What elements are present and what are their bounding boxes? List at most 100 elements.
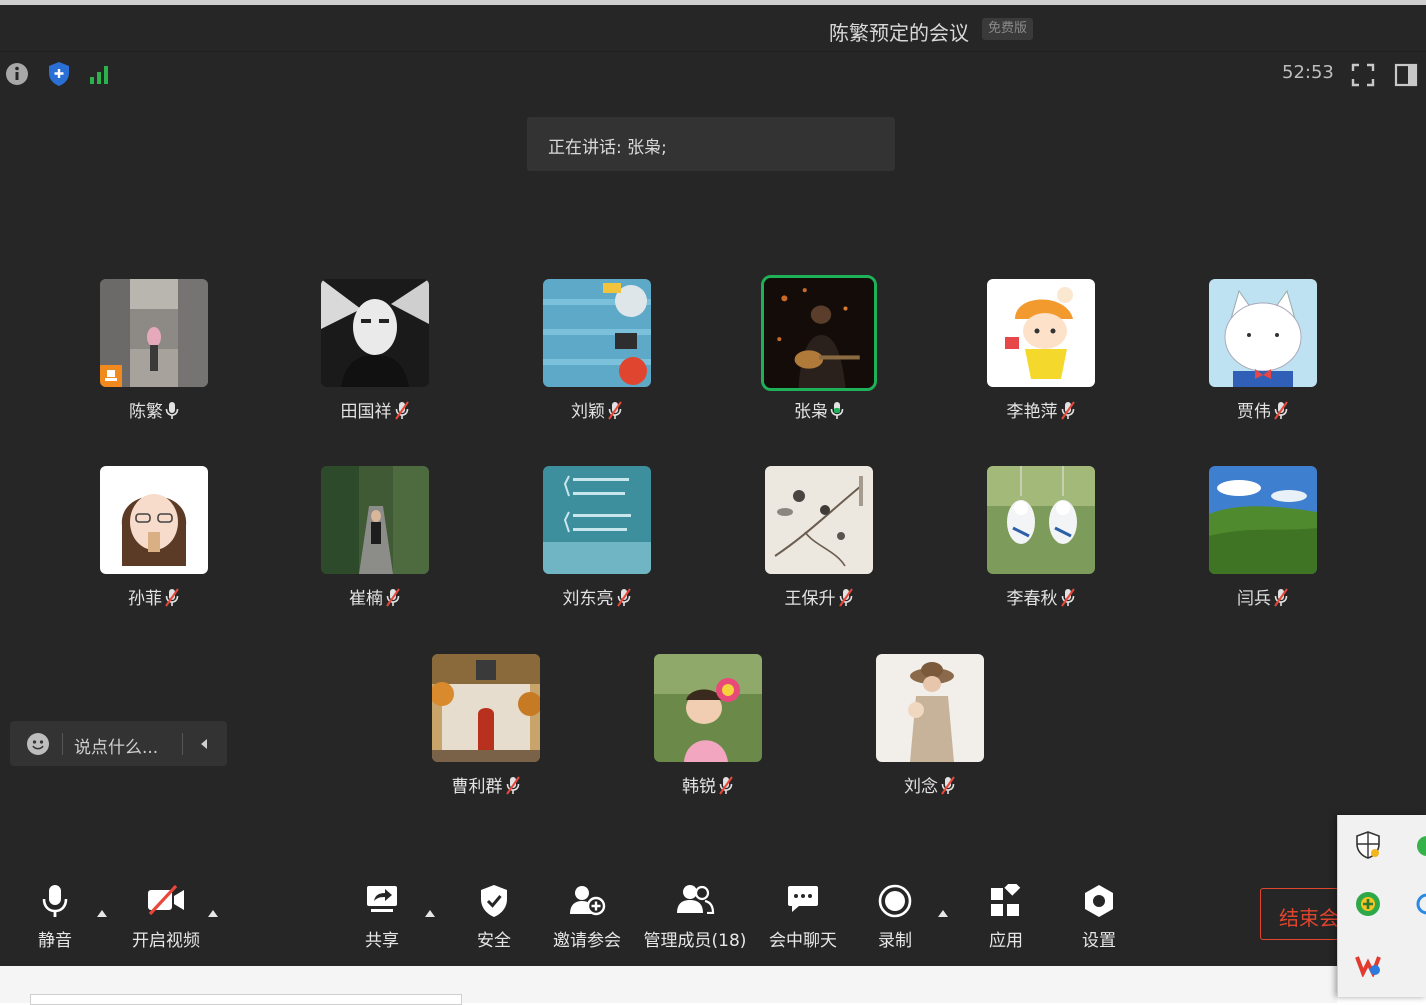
green-app-tray-icon[interactable] bbox=[1416, 835, 1426, 857]
video-options-caret[interactable] bbox=[208, 910, 218, 917]
taskbar-item[interactable] bbox=[30, 994, 462, 1005]
microphone-muted-icon bbox=[1060, 401, 1075, 420]
microphone-muted-icon bbox=[616, 588, 631, 607]
participant-name: 李春秋 bbox=[1006, 589, 1058, 609]
avatar bbox=[321, 279, 429, 387]
wps-tray-icon[interactable] bbox=[1355, 953, 1381, 977]
participant-tile[interactable]: 刘东亮 bbox=[527, 466, 667, 636]
collapse-arrow-icon[interactable] bbox=[198, 737, 210, 751]
emoji-icon[interactable] bbox=[26, 732, 50, 756]
participant-tile[interactable]: 田国祥 bbox=[305, 279, 445, 449]
apps-label: 应用 bbox=[989, 931, 1023, 951]
microphone-on-icon bbox=[165, 402, 179, 419]
meeting-toolbar: 静音 开启视频 共享 安全 邀请参会 管理成员(18) 会中聊天 录制 应用 设… bbox=[0, 870, 1426, 966]
avatar-speaking bbox=[761, 275, 877, 391]
participant-tile[interactable]: 刘念 bbox=[860, 654, 1000, 824]
active-speaker-text: 正在讲话: 张枭; bbox=[548, 138, 667, 158]
participant-tile[interactable]: 贾伟 bbox=[1193, 279, 1333, 449]
chat-label: 会中聊天 bbox=[769, 931, 837, 951]
microphone-muted-icon bbox=[165, 588, 179, 607]
microphone-muted-icon bbox=[505, 776, 520, 795]
participant-tile[interactable]: 闫兵 bbox=[1193, 466, 1333, 636]
participant-tile[interactable]: 刘颖 bbox=[527, 279, 667, 449]
settings-hexagon-icon bbox=[1085, 885, 1113, 917]
meeting-timer: 52:53 bbox=[1282, 62, 1334, 83]
manage-members-label: 管理成员(18) bbox=[643, 931, 747, 951]
record-options-caret[interactable] bbox=[938, 910, 948, 917]
participant-name: 刘念 bbox=[904, 777, 938, 797]
microphone-muted-icon bbox=[386, 588, 400, 607]
start-video-button[interactable]: 开启视频 bbox=[120, 870, 212, 966]
participant-tile[interactable]: 韩锐 bbox=[638, 654, 778, 824]
shield-icon[interactable] bbox=[47, 61, 71, 87]
avatar bbox=[100, 279, 208, 387]
invite-user-icon bbox=[570, 886, 606, 916]
info-icon[interactable] bbox=[5, 62, 29, 86]
participant-name: 曹利群 bbox=[451, 777, 503, 797]
free-edition-badge: 免费版 bbox=[982, 18, 1034, 40]
share-button[interactable]: 共享 bbox=[350, 870, 414, 966]
avatar bbox=[543, 466, 651, 574]
side-panel-icon[interactable] bbox=[1394, 63, 1418, 87]
invite-button[interactable]: 邀请参会 bbox=[548, 870, 626, 966]
participant-tile[interactable]: 李艳萍 bbox=[971, 279, 1111, 449]
chat-placeholder: 说点什么... bbox=[74, 738, 159, 758]
microphone-muted-icon bbox=[608, 401, 622, 420]
security-shield-tray-icon[interactable] bbox=[1355, 831, 1381, 859]
apps-button[interactable]: 应用 bbox=[975, 870, 1037, 966]
manage-members-button[interactable]: 管理成员(18) bbox=[642, 870, 748, 966]
system-tray-overflow-panel bbox=[1337, 815, 1426, 997]
microphone-muted-icon bbox=[838, 588, 853, 607]
active-speaker-banner: 正在讲话: 张枭; bbox=[527, 117, 895, 171]
audio-options-caret[interactable] bbox=[97, 910, 107, 917]
participant-tile[interactable]: 曹利群 bbox=[416, 654, 556, 824]
settings-button[interactable]: 设置 bbox=[1068, 870, 1130, 966]
video-off-icon bbox=[148, 884, 184, 916]
participant-name: 刘东亮 bbox=[562, 589, 614, 609]
security-button[interactable]: 安全 bbox=[462, 870, 526, 966]
avatar bbox=[1209, 279, 1317, 387]
screen-share-icon bbox=[367, 886, 397, 912]
record-label: 录制 bbox=[878, 931, 912, 951]
microphone-muted-icon bbox=[719, 776, 733, 795]
signal-strength-icon[interactable] bbox=[89, 63, 113, 85]
divider bbox=[182, 733, 183, 755]
participant-tile[interactable]: 孙菲 bbox=[84, 466, 224, 636]
microphone-muted-icon bbox=[1060, 588, 1075, 607]
participant-name: 田国祥 bbox=[340, 402, 392, 422]
chat-app-tray-icon[interactable] bbox=[1416, 893, 1426, 915]
avatar bbox=[876, 654, 984, 762]
avatar bbox=[543, 279, 651, 387]
chat-quick-input[interactable]: 说点什么... bbox=[10, 721, 227, 766]
participant-name: 崔楠 bbox=[349, 589, 383, 609]
participant-tile-speaking[interactable]: 张枭 bbox=[749, 275, 889, 449]
participant-tile[interactable]: 崔楠 bbox=[305, 466, 445, 636]
record-button[interactable]: 录制 bbox=[864, 870, 926, 966]
avatar bbox=[654, 654, 762, 762]
title-bar: 陈繁预定的会议 免费版 bbox=[0, 5, 1426, 52]
participant-name: 闫兵 bbox=[1237, 589, 1271, 609]
participant-name: 陈繁 bbox=[129, 402, 163, 422]
participant-tile[interactable]: 王保升 bbox=[749, 466, 889, 636]
taskbar-strip bbox=[0, 966, 1337, 1005]
participant-name: 贾伟 bbox=[1237, 402, 1271, 422]
share-options-caret[interactable] bbox=[425, 910, 435, 917]
avatar bbox=[321, 466, 429, 574]
invite-label: 邀请参会 bbox=[553, 931, 621, 951]
record-icon bbox=[878, 884, 912, 918]
end-meeting-label: 结束会 bbox=[1279, 906, 1339, 930]
chat-button[interactable]: 会中聊天 bbox=[764, 870, 842, 966]
mute-button[interactable]: 静音 bbox=[20, 870, 90, 966]
plus-app-tray-icon[interactable] bbox=[1355, 891, 1381, 917]
security-shield-icon bbox=[481, 885, 507, 917]
participant-name: 李艳萍 bbox=[1006, 402, 1058, 422]
microphone-muted-icon bbox=[1274, 401, 1288, 420]
fullscreen-icon[interactable] bbox=[1351, 63, 1375, 87]
apps-grid-icon bbox=[991, 884, 1021, 916]
meeting-window: 陈繁预定的会议 免费版 52:53 正在讲话: 张枭; 陈繁 田国祥 刘颖 张枭… bbox=[0, 0, 1426, 966]
participant-tile[interactable]: 陈繁 bbox=[84, 279, 224, 449]
microphone-muted-icon bbox=[941, 776, 955, 795]
participant-name: 刘颖 bbox=[571, 402, 605, 422]
participant-tile[interactable]: 李春秋 bbox=[971, 466, 1111, 636]
start-video-label: 开启视频 bbox=[132, 931, 200, 951]
